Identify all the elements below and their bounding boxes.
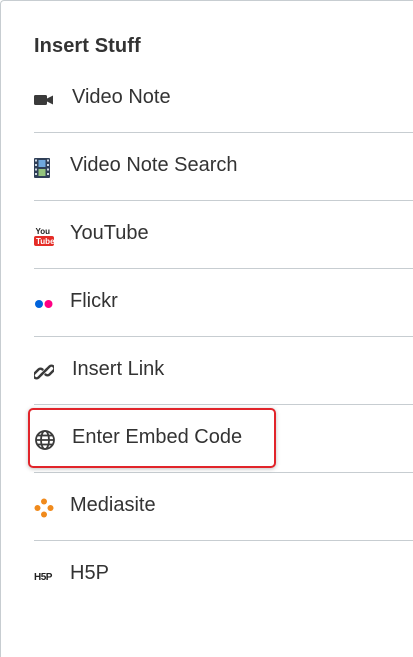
insert-menu: Video Note Video Note Search You Tube Yo… (34, 65, 413, 609)
menu-item-label: Mediasite (70, 494, 156, 516)
menu-item-insert-link[interactable]: Insert Link (34, 337, 413, 405)
menu-item-label: Enter Embed Code (72, 426, 243, 448)
menu-item-label: H5P (70, 562, 109, 584)
svg-text:You: You (36, 227, 51, 236)
link-icon (34, 361, 56, 383)
menu-item-enter-embed-code[interactable]: Enter Embed Code (34, 405, 413, 473)
insert-stuff-panel: Insert Stuff Video Note Video Note Searc… (0, 0, 413, 657)
mediasite-icon (34, 497, 56, 519)
menu-item-label: Video Note Search (70, 154, 238, 176)
menu-item-label: Insert Link (72, 358, 165, 380)
menu-item-label: Flickr (70, 290, 118, 312)
youtube-icon: You Tube (34, 225, 56, 247)
panel-heading: Insert Stuff (34, 35, 141, 57)
h5p-icon: H5P (34, 565, 56, 587)
menu-item-mediasite[interactable]: Mediasite (34, 473, 413, 541)
svg-text:H5P: H5P (34, 572, 53, 582)
menu-item-youtube[interactable]: You Tube YouTube (34, 201, 413, 269)
menu-item-label: YouTube (70, 222, 149, 244)
flickr-icon (34, 293, 56, 315)
menu-item-video-note-search[interactable]: Video Note Search (34, 133, 413, 201)
film-strip-icon (34, 157, 56, 179)
globe-icon (34, 429, 56, 451)
menu-item-video-note[interactable]: Video Note (34, 65, 413, 133)
menu-item-h5p[interactable]: H5P H5P (34, 541, 413, 609)
menu-item-flickr[interactable]: Flickr (34, 269, 413, 337)
menu-item-label: Video Note (72, 86, 171, 108)
video-camera-icon (34, 89, 56, 111)
svg-text:Tube: Tube (36, 237, 54, 246)
